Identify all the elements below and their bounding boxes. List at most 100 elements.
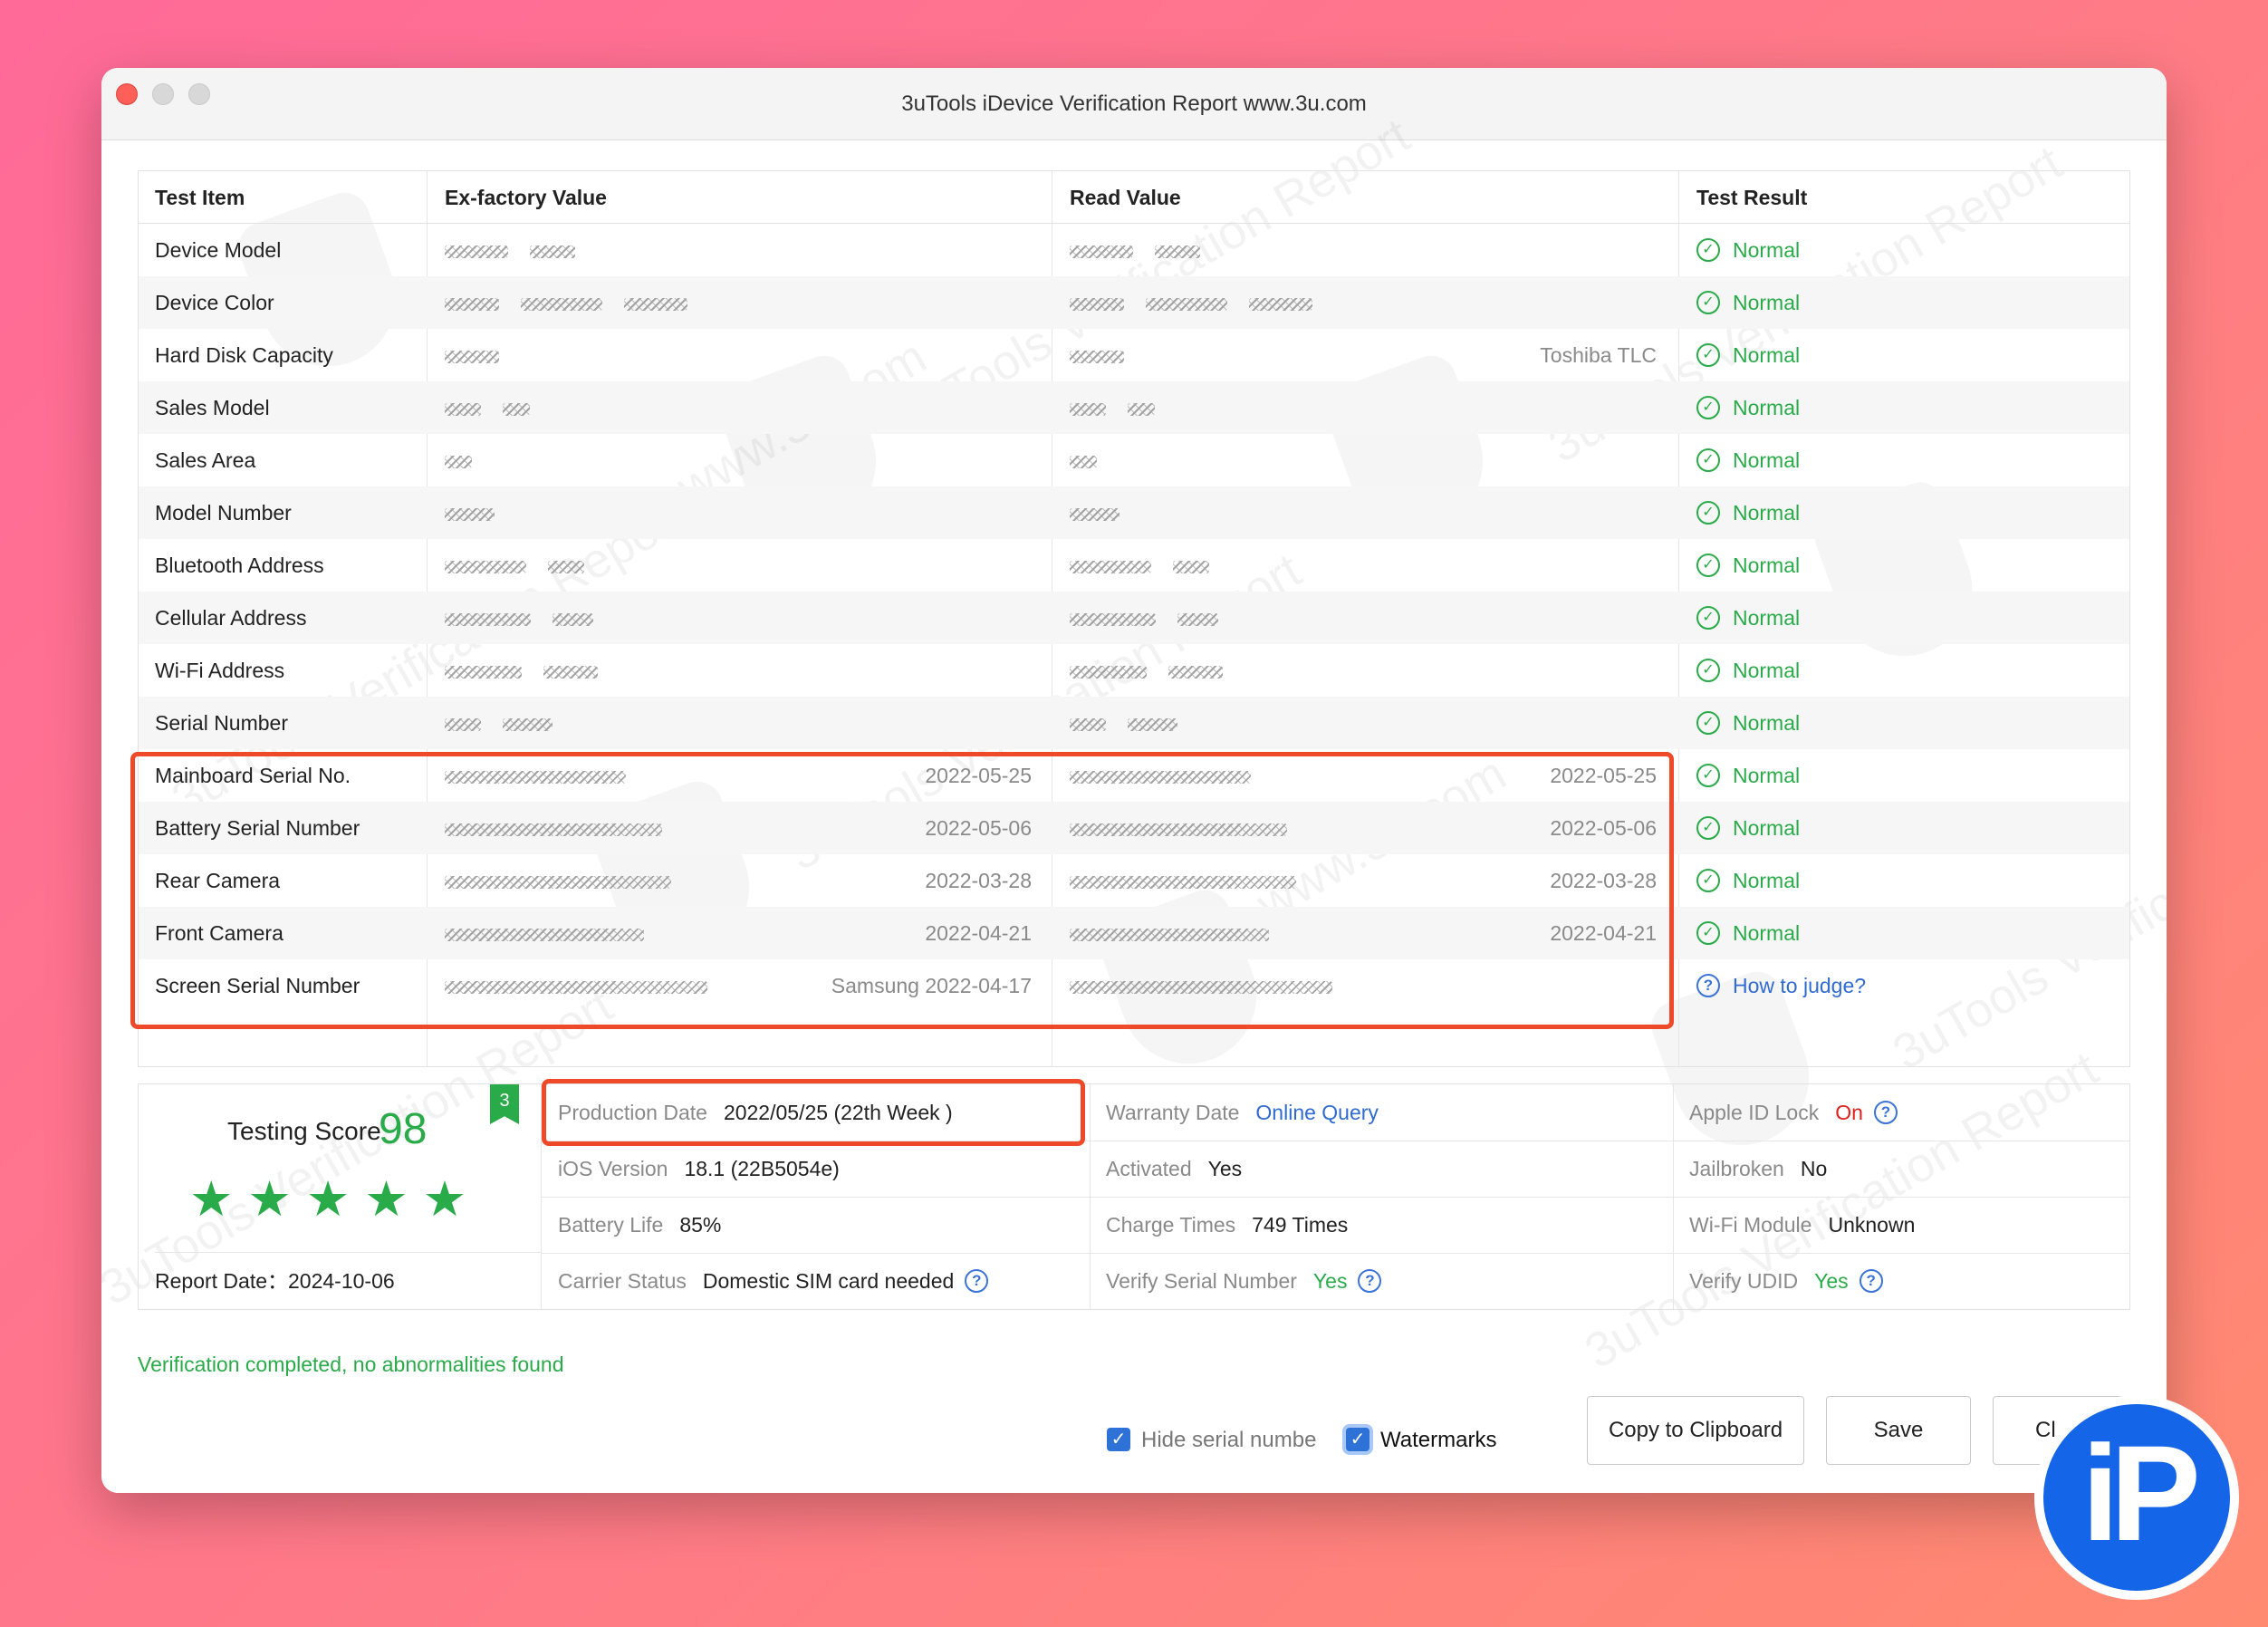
zoom-window-button[interactable] xyxy=(188,83,210,105)
check-circle-icon: ✓ xyxy=(1696,342,1720,367)
check-circle-icon: ✓ xyxy=(1696,237,1720,262)
help-icon[interactable]: ? xyxy=(1859,1268,1883,1293)
table-row: Device Color ✓ Normal xyxy=(139,276,2129,329)
report-date-label: Report Date： xyxy=(155,1269,289,1293)
redacted-value xyxy=(445,402,481,416)
verify-udid-value: Yes xyxy=(1814,1269,1849,1293)
read-value xyxy=(1070,434,1677,486)
redacted-value xyxy=(445,875,671,889)
test-item-label: Rear Camera xyxy=(155,869,281,892)
copy-to-clipboard-button[interactable]: Copy to Clipboard xyxy=(1587,1396,1804,1465)
checkmark-icon[interactable]: ✓ xyxy=(1107,1427,1130,1451)
test-item-label: Bluetooth Address xyxy=(155,554,324,577)
ex-factory-value: 2022-05-06 xyxy=(445,802,1052,854)
check-circle-icon: ✓ xyxy=(1696,500,1720,525)
watermarks-checkbox[interactable]: ✓ Watermarks xyxy=(1346,1418,1496,1463)
help-icon[interactable]: ? xyxy=(1358,1268,1382,1293)
testing-score-label: Testing Score xyxy=(227,1117,381,1145)
test-result: ✓ Normal xyxy=(1696,434,2113,486)
title-bar: 3uTools iDevice Verification Report www.… xyxy=(101,68,2167,140)
ios-version-value: 18.1 (22B5054e) xyxy=(684,1157,840,1180)
help-icon[interactable]: ? xyxy=(1873,1100,1898,1124)
watermarks-label: Watermarks xyxy=(1380,1428,1497,1452)
help-icon[interactable]: ? xyxy=(965,1268,989,1293)
redacted-value xyxy=(1070,665,1147,679)
redacted-value xyxy=(445,507,495,521)
report-window: 3uTools iDevice Verification Report www.… xyxy=(101,68,2167,1493)
redacted-value xyxy=(1249,297,1312,311)
battery-life: Battery Life 85% xyxy=(558,1197,721,1253)
star-icon: ★ xyxy=(247,1172,306,1227)
hide-serial-label: Hide serial numbe xyxy=(1141,1428,1317,1452)
redacted-value xyxy=(503,717,553,731)
redacted-value xyxy=(445,717,481,731)
test-item-label: Hard Disk Capacity xyxy=(155,343,333,367)
production-date-value: 2022/05/25 (22th Week ) xyxy=(723,1101,953,1124)
redacted-value xyxy=(445,612,531,626)
apple-id-lock-label: Apple ID Lock xyxy=(1689,1101,1820,1124)
verify-serial-value: Yes xyxy=(1312,1269,1348,1293)
redacted-value xyxy=(445,560,526,573)
test-result[interactable]: ? How to judge? xyxy=(1696,959,2113,1012)
summary-panel: Testing Score 98 3 ★★★★★ Report Date：202… xyxy=(138,1083,2130,1310)
redacted-value xyxy=(1070,717,1106,731)
test-result: ✓ Normal xyxy=(1696,644,2113,697)
online-query-link[interactable]: Online Query xyxy=(1255,1101,1379,1124)
test-item-label: Sales Model xyxy=(155,396,270,419)
table-row: Serial Number ✓ Normal xyxy=(139,697,2129,749)
value-note: 2022-03-28 xyxy=(925,869,1032,892)
report-date-value: 2024-10-06 xyxy=(288,1269,395,1293)
minimize-window-button[interactable] xyxy=(152,83,174,105)
star-icon: ★ xyxy=(305,1172,365,1227)
read-value: 2022-05-06 xyxy=(1070,802,1677,854)
ex-factory-value: 2022-03-28 xyxy=(445,854,1052,907)
read-value xyxy=(1070,959,1677,1012)
ex-factory-value xyxy=(445,381,1052,434)
rank-badge: 3 xyxy=(490,1084,519,1124)
check-circle-icon: ✓ xyxy=(1696,605,1720,630)
test-result: ✓ Normal xyxy=(1696,907,2113,959)
ex-factory-value xyxy=(445,329,1052,381)
charge-times: Charge Times 749 Times xyxy=(1106,1197,1348,1253)
redacted-value xyxy=(1070,928,1269,941)
ios-version-label: iOS Version xyxy=(558,1157,668,1180)
redacted-value xyxy=(1070,297,1124,311)
test-item-label: Screen Serial Number xyxy=(155,974,360,997)
question-circle-icon: ? xyxy=(1696,973,1720,997)
production-date-label: Production Date xyxy=(558,1101,707,1124)
table-row: Cellular Address ✓ Normal xyxy=(139,592,2129,644)
col-read-value: Read Value xyxy=(1070,186,1181,209)
redacted-value xyxy=(503,402,530,416)
carrier-status-label: Carrier Status xyxy=(558,1269,687,1293)
result-normal: Normal xyxy=(1733,554,1801,577)
result-normal: Normal xyxy=(1733,764,1801,787)
test-result: ✓ Normal xyxy=(1696,539,2113,592)
result-normal: Normal xyxy=(1733,921,1801,945)
value-note: 2022-05-06 xyxy=(925,816,1032,840)
table-row: Bluetooth Address ✓ Normal xyxy=(139,539,2129,592)
redacted-value xyxy=(624,297,687,311)
hide-serial-checkbox[interactable]: ✓ Hide serial numbe xyxy=(1107,1418,1316,1463)
test-result: ✓ Normal xyxy=(1696,854,2113,907)
read-value: 2022-03-28 xyxy=(1070,854,1677,907)
read-value xyxy=(1070,224,1677,276)
result-normal: Normal xyxy=(1733,448,1801,472)
wifi-module: Wi-Fi Module Unknown xyxy=(1689,1197,1915,1253)
verify-serial-number: Verify Serial Number Yes? xyxy=(1106,1253,1382,1309)
close-window-button[interactable] xyxy=(116,83,138,105)
table-row: Rear Camera 2022-03-28 2022-03-28 ✓ Normal xyxy=(139,854,2129,907)
redacted-value xyxy=(445,350,499,363)
check-circle-icon: ✓ xyxy=(1696,920,1720,945)
save-button[interactable]: Save xyxy=(1826,1396,1971,1465)
result-normal: Normal xyxy=(1733,816,1801,840)
test-result: ✓ Normal xyxy=(1696,381,2113,434)
wifi-module-label: Wi-Fi Module xyxy=(1689,1213,1812,1237)
redacted-value xyxy=(445,980,707,994)
ex-factory-value xyxy=(445,644,1052,697)
activated-label: Activated xyxy=(1106,1157,1192,1180)
ex-factory-value xyxy=(445,697,1052,749)
how-to-judge-link[interactable]: How to judge? xyxy=(1733,974,1866,997)
checkmark-icon[interactable]: ✓ xyxy=(1346,1427,1369,1451)
redacted-value xyxy=(1155,245,1200,258)
redacted-value xyxy=(445,245,508,258)
